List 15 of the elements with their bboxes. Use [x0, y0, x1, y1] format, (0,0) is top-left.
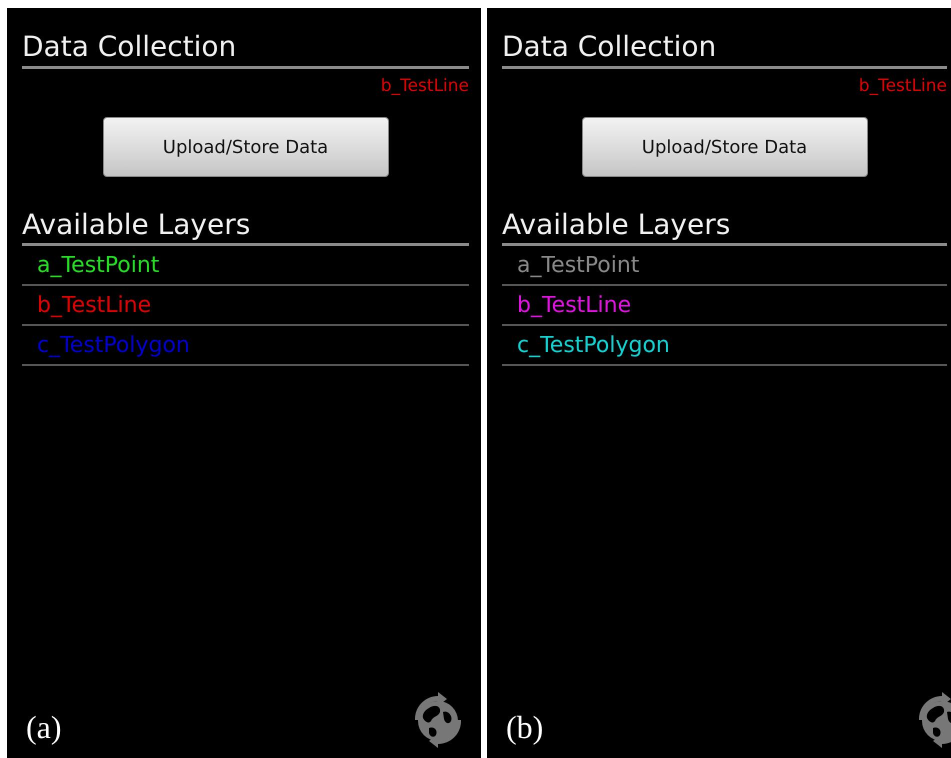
figure-caption: (a)	[26, 709, 62, 746]
section-title: Available Layers	[22, 207, 469, 246]
selected-layer-label: b_TestLine	[380, 75, 469, 97]
upload-button[interactable]: Upload/Store Data	[582, 117, 868, 177]
figure-caption: (b)	[506, 709, 544, 746]
layer-item[interactable]: a_TestPoint	[517, 252, 640, 278]
layer-item[interactable]: a_TestPoint	[37, 252, 160, 278]
selected-layer-label: b_TestLine	[858, 75, 947, 97]
layer-item[interactable]: b_TestLine	[517, 292, 632, 318]
upload-button[interactable]: Upload/Store Data	[102, 117, 388, 177]
layer-item[interactable]: b_TestLine	[37, 292, 152, 318]
screen-title: Data Collection	[502, 28, 947, 69]
layer-item[interactable]: c_TestPolygon	[517, 332, 670, 358]
section-title: Available Layers	[502, 207, 947, 246]
screen-title: Data Collection	[22, 28, 469, 69]
